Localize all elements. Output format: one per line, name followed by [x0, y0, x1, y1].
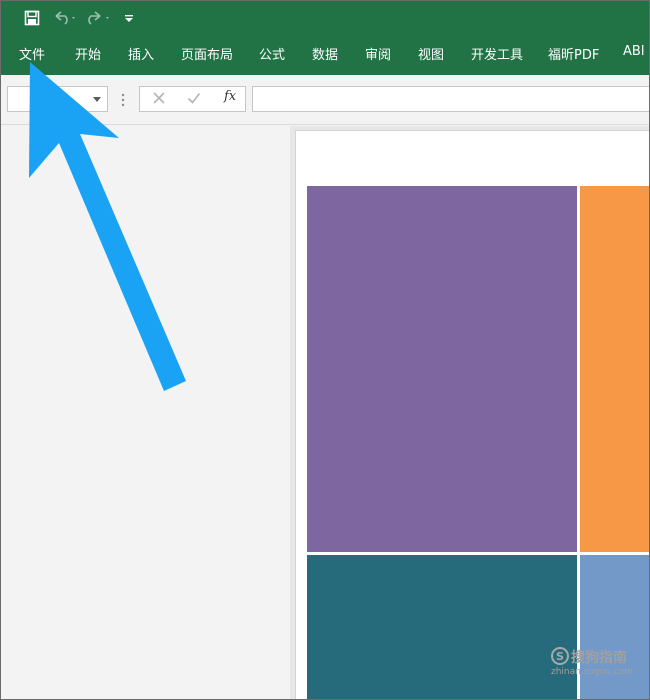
pointer-arrow-icon	[29, 62, 186, 391]
excel-window: 文件 开始 插入 页面布局 公式 数据 审阅 视图 开发工具 福昕PDF ABI	[0, 0, 650, 700]
